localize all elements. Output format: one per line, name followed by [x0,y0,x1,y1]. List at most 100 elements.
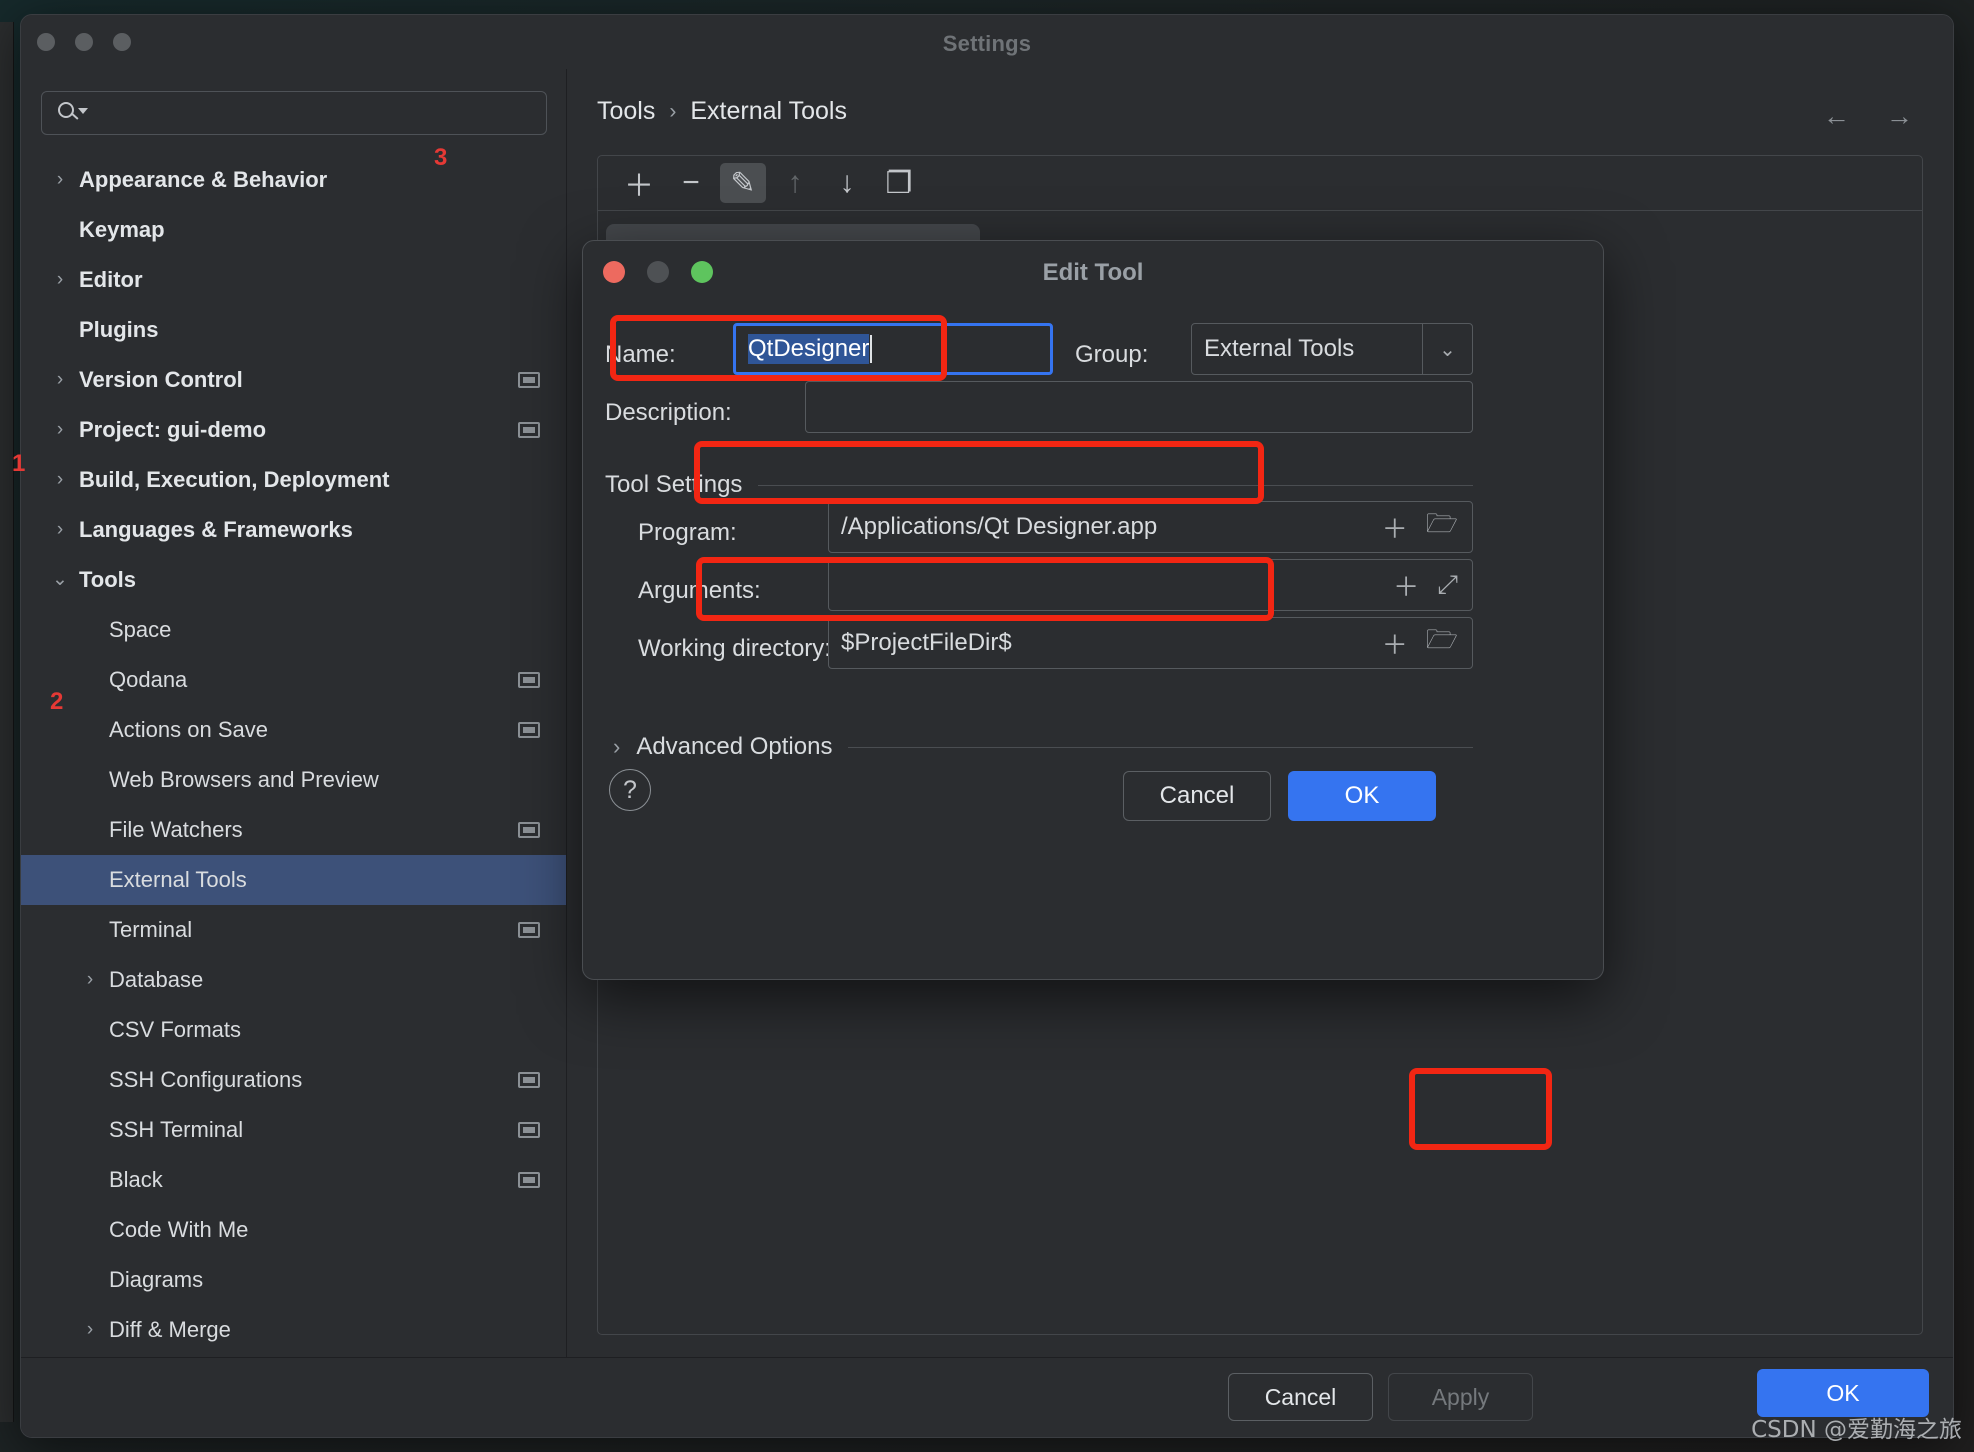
insert-macro-icon[interactable]: ＋ [1382,509,1408,546]
sidebar-item-tools[interactable]: ⌄ Tools [21,555,566,605]
sidebar-item-plugins[interactable]: Plugins [21,305,566,355]
sidebar-item-black[interactable]: Black [21,1155,566,1205]
sidebar-item-web-browsers-and-preview[interactable]: Web Browsers and Preview [21,755,566,805]
description-input[interactable] [805,381,1473,433]
group-select[interactable]: External Tools ⌄ [1191,323,1473,375]
sidebar-item-version-control[interactable]: › Version Control [21,355,566,405]
move-down-icon[interactable]: ↓ [824,163,870,203]
window-title: Settings [942,31,1032,56]
sidebar-item-ssh-configurations[interactable]: SSH Configurations [21,1055,566,1105]
dialog-ok-button[interactable]: OK [1288,771,1436,821]
arguments-input[interactable]: ＋ ⤢ [828,559,1473,611]
name-input-value: QtDesigner [748,334,870,364]
tool-settings-section-header: Tool Settings [605,471,1473,499]
chevron-down-icon[interactable]: ⌄ [49,555,71,605]
sidebar-item-keymap[interactable]: Keymap [21,205,566,255]
group-select-value: External Tools [1204,335,1355,362]
chevron-down-icon[interactable]: ⌄ [1422,324,1472,374]
cancel-button[interactable]: Cancel [1228,1373,1373,1421]
sidebar-item-actions-on-save[interactable]: Actions on Save [21,705,566,755]
browse-folder-icon[interactable]: 🗁 [1426,621,1458,665]
move-up-icon: ↑ [787,166,803,199]
dialog-cancel-button[interactable]: Cancel [1123,771,1271,821]
edit-pencil-icon[interactable]: ✎ [720,163,766,203]
plus-icon[interactable]: ＋ [616,163,662,203]
search-icon [58,102,88,124]
sidebar-item-csv-formats[interactable]: CSV Formats [21,1005,566,1055]
edit-tool-dialog: Edit Tool Name: QtDesigner Group: Extern… [582,240,1604,980]
sidebar-item-languages-frameworks[interactable]: › Languages & Frameworks [21,505,566,555]
chevron-right-icon[interactable]: › [79,955,101,1005]
copy-icon[interactable]: ❐ [876,163,922,203]
chevron-right-icon[interactable]: › [49,255,71,305]
sidebar-item-label: Qodana [109,667,188,692]
sidebar-item-project-gui-demo[interactable]: › Project: gui-demo [21,405,566,455]
working-directory-input[interactable]: $ProjectFileDir$ ＋ 🗁 [828,617,1473,669]
project-scope-icon [518,922,540,938]
sidebar-item-label: Tools [79,567,137,592]
back-arrow-icon[interactable]: ← [1823,101,1850,132]
description-label: Description: [605,399,732,426]
background-window-edge [0,22,14,1422]
sidebar-item-qodana[interactable]: Qodana [21,655,566,705]
breadcrumb: Tools › External Tools [597,97,847,126]
chevron-right-icon[interactable]: › [79,1305,101,1355]
chevron-right-icon[interactable]: › [49,505,71,555]
sidebar-item-code-with-me[interactable]: Code With Me [21,1205,566,1255]
insert-macro-icon[interactable]: ＋ [1393,567,1419,604]
name-input[interactable]: QtDesigner [733,323,1053,375]
dialog-help-icon[interactable]: ? [609,769,651,811]
search-input[interactable] [41,91,547,135]
sidebar-item-build-execution-deployment[interactable]: › Build, Execution, Deployment [21,455,566,505]
chevron-right-icon[interactable]: › [49,405,71,455]
sidebar-item-space[interactable]: Space [21,605,566,655]
sidebar-item-file-watchers[interactable]: File Watchers [21,805,566,855]
sidebar-item-label: Appearance & Behavior [79,167,328,192]
tool-settings-label: Tool Settings [605,471,743,498]
annotation-marker-1: 1 [12,450,26,477]
sidebar-item-appearance-behavior[interactable]: › Appearance & Behavior [21,155,566,205]
sidebar-item-diagrams[interactable]: Diagrams [21,1255,566,1305]
settings-tree: › Appearance & Behavior Keymap › Editor Plugi… [21,155,566,1357]
program-input[interactable]: /Applications/Qt Designer.app ＋ 🗁 [828,501,1473,553]
tools-toolbar: ＋ − ✎ ↑ ↓ ❐ [598,156,1922,211]
sidebar-item-label: CSV Formats [109,1017,242,1042]
sidebar-item-label: File Watchers [109,817,243,842]
chevron-right-icon[interactable]: › [49,155,71,205]
project-scope-icon [518,1122,540,1138]
expand-icon[interactable]: ⤢ [1437,569,1458,601]
breadcrumb-parent[interactable]: Tools [597,97,655,126]
chevron-right-icon[interactable]: › [49,455,71,505]
breadcrumb-current: External Tools [690,97,847,125]
chevron-right-icon[interactable]: › [613,734,620,760]
sidebar-item-label: Diagrams [109,1267,204,1292]
sidebar-item-label: Database [109,967,204,992]
chevron-right-icon[interactable]: › [49,355,71,405]
sidebar-item-label: Editor [79,267,143,292]
sidebar-item-terminal[interactable]: Terminal [21,905,566,955]
sidebar-item-database[interactable]: › Database [21,955,566,1005]
sidebar-item-label: Project: gui-demo [79,417,267,442]
dialog-footer: Cancel Apply OK [21,1357,1953,1437]
sidebar-item-external-tools[interactable]: External Tools [21,855,566,905]
project-scope-icon [518,672,540,688]
sidebar-item-ssh-terminal[interactable]: SSH Terminal [21,1105,566,1155]
sidebar-item-label: Space [109,617,172,642]
breadcrumb-separator-icon: › [669,99,677,123]
browse-folder-icon[interactable]: 🗁 [1426,505,1458,549]
working-directory-label: Working directory: [638,635,831,662]
sidebar-item-label: Actions on Save [109,717,268,742]
insert-macro-icon[interactable]: ＋ [1382,625,1408,662]
edit-tool-title: Edit Tool [1042,259,1144,286]
annotation-marker-2: 2 [50,688,64,715]
sidebar-item-editor[interactable]: › Editor [21,255,566,305]
minus-icon[interactable]: − [668,163,714,203]
forward-arrow-icon[interactable]: → [1886,101,1913,132]
sidebar-item-label: Keymap [79,217,165,242]
advanced-options-section[interactable]: › Advanced Options [613,733,1473,761]
apply-button: Apply [1388,1373,1533,1421]
sidebar-item-diff-merge[interactable]: › Diff & Merge [21,1305,566,1355]
program-field-icons: ＋ 🗁 [1382,502,1458,552]
name-label: Name: [605,341,676,368]
arguments-label: Arguments: [638,577,761,604]
